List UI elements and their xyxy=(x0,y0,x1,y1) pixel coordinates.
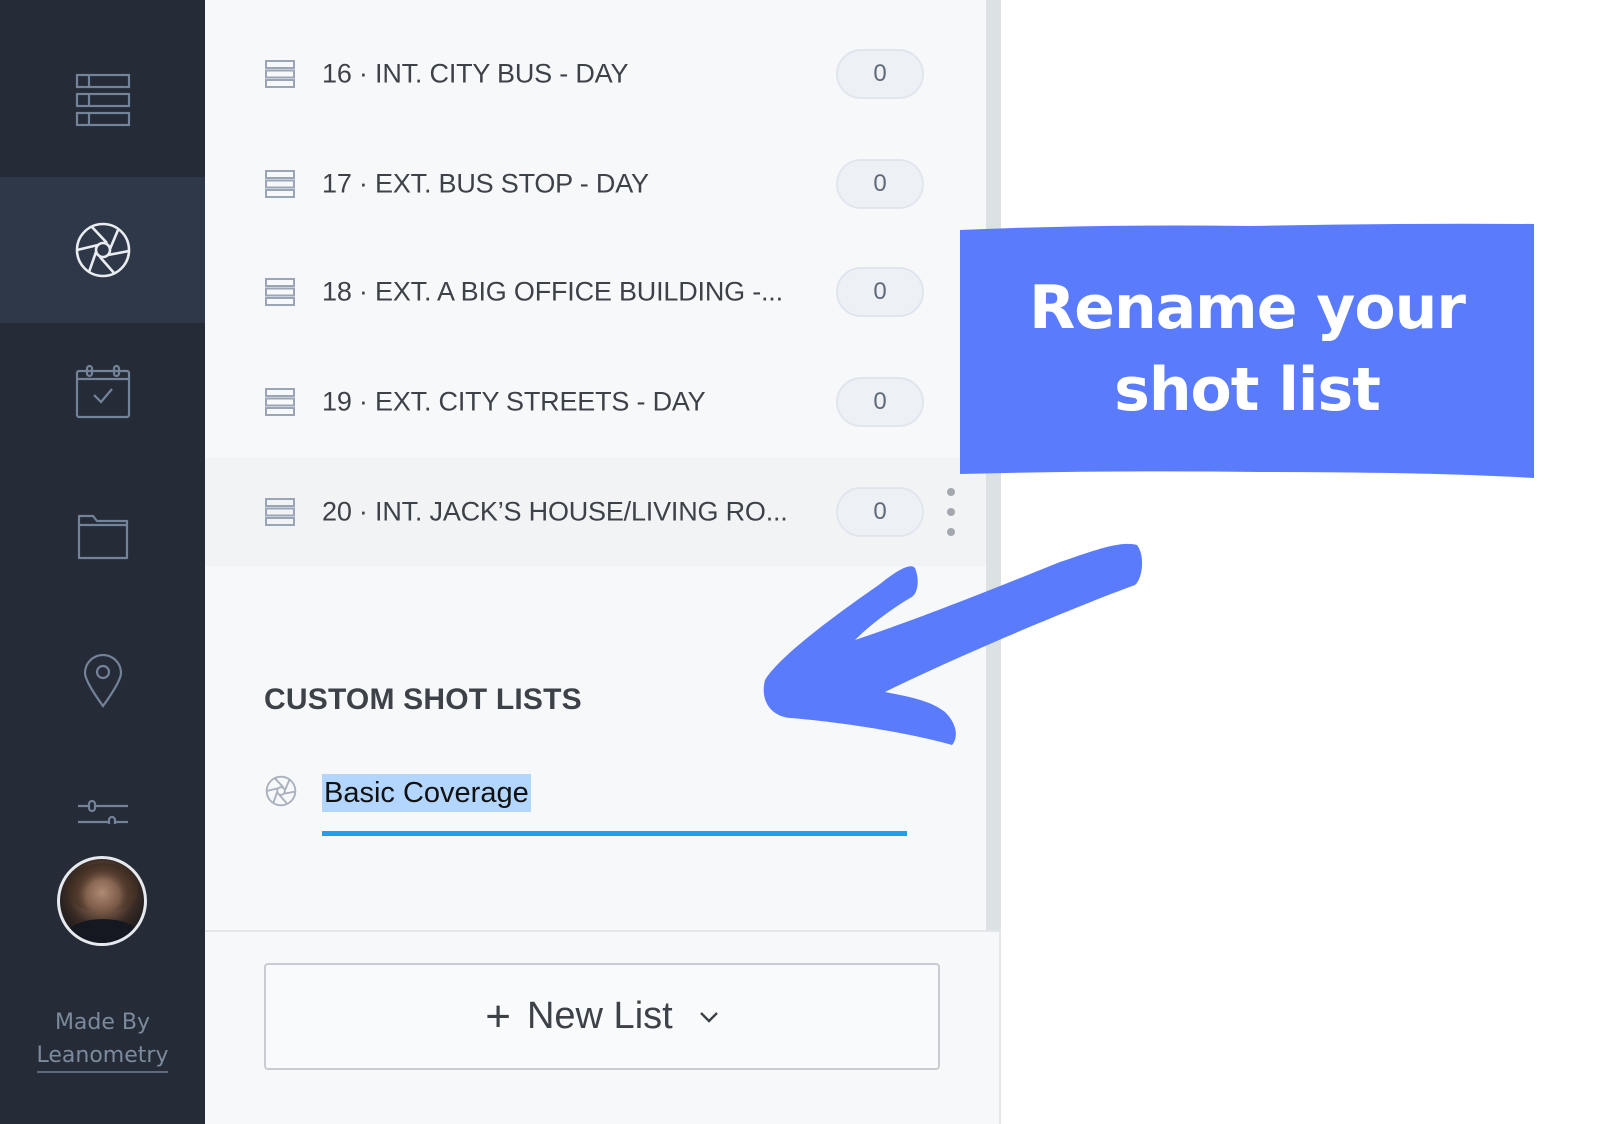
nav-item-schedule[interactable] xyxy=(0,318,205,464)
leanometry-link[interactable]: Leanometry xyxy=(36,1041,169,1073)
new-list-button[interactable]: + New List xyxy=(264,963,940,1070)
sliders-icon xyxy=(77,800,128,824)
stripboard-icon xyxy=(75,73,130,127)
calendar-check-icon xyxy=(75,364,130,419)
nav-item-locations[interactable] xyxy=(0,608,205,754)
nav-item-files[interactable] xyxy=(0,463,205,609)
scene-row[interactable]: 16 · INT. CITY BUS - DAY 0 xyxy=(205,20,986,128)
avatar-shirt xyxy=(66,919,140,943)
more-options-icon[interactable] xyxy=(945,488,957,536)
scene-row[interactable]: 20 · INT. JACK’S HOUSE/LIVING RO... 0 xyxy=(205,458,986,566)
avatar-hair xyxy=(68,863,138,911)
scene-strip-icon xyxy=(265,60,295,88)
callout-line-2: shot list xyxy=(1114,355,1381,425)
chevron-down-icon xyxy=(699,1011,718,1023)
scene-label: 20 · INT. JACK’S HOUSE/LIVING RO... xyxy=(322,496,788,527)
folder-icon xyxy=(77,514,128,560)
new-list-label: New List xyxy=(526,995,673,1037)
scene-row[interactable]: 18 · EXT. A BIG OFFICE BUILDING -... 0 xyxy=(205,238,986,346)
nav-item-shot-lists[interactable] xyxy=(0,177,205,323)
custom-shot-lists-heading: CUSTOM SHOT LISTS xyxy=(264,683,582,716)
scene-row[interactable]: 19 · EXT. CITY STREETS - DAY 0 xyxy=(205,348,986,456)
made-by-credit: Made By Leanometry xyxy=(0,1006,205,1073)
plus-icon: + xyxy=(485,991,511,1041)
nav-item-settings[interactable] xyxy=(0,748,205,828)
callout-text: Rename your shot list xyxy=(960,222,1534,472)
scene-strip-icon xyxy=(265,498,295,526)
scene-strip-icon xyxy=(265,388,295,416)
input-focus-underline xyxy=(322,831,907,836)
shot-count-badge: 0 xyxy=(836,487,924,537)
made-by-label: Made By xyxy=(54,1010,151,1035)
scene-label: 16 · INT. CITY BUS - DAY xyxy=(322,58,629,89)
shot-count-badge: 0 xyxy=(836,49,924,99)
scene-strip-icon xyxy=(265,278,295,306)
nav-rail: Made By Leanometry xyxy=(0,0,205,1124)
user-avatar[interactable] xyxy=(57,856,147,946)
callout-line-1: Rename your xyxy=(1029,273,1466,343)
shot-count-badge: 0 xyxy=(836,377,924,427)
aperture-icon xyxy=(265,775,297,807)
scene-label: 17 · EXT. BUS STOP - DAY xyxy=(322,168,649,199)
list-name-field[interactable]: Basic Coverage xyxy=(322,770,907,840)
map-pin-icon xyxy=(83,654,122,708)
aperture-icon xyxy=(75,222,130,278)
shot-count-badge: 0 xyxy=(836,159,924,209)
list-name-input[interactable]: Basic Coverage xyxy=(322,774,531,812)
shot-count-badge: 0 xyxy=(836,267,924,317)
scene-label: 19 · EXT. CITY STREETS - DAY xyxy=(322,386,706,417)
annotation-callout: Rename your shot list xyxy=(960,222,1534,480)
nav-item-breakdown[interactable] xyxy=(0,27,205,173)
scene-row[interactable]: 17 · EXT. BUS STOP - DAY 0 xyxy=(205,130,986,238)
scene-strip-icon xyxy=(265,170,295,198)
scene-label: 18 · EXT. A BIG OFFICE BUILDING -... xyxy=(322,276,783,307)
footer-divider xyxy=(205,930,1001,932)
